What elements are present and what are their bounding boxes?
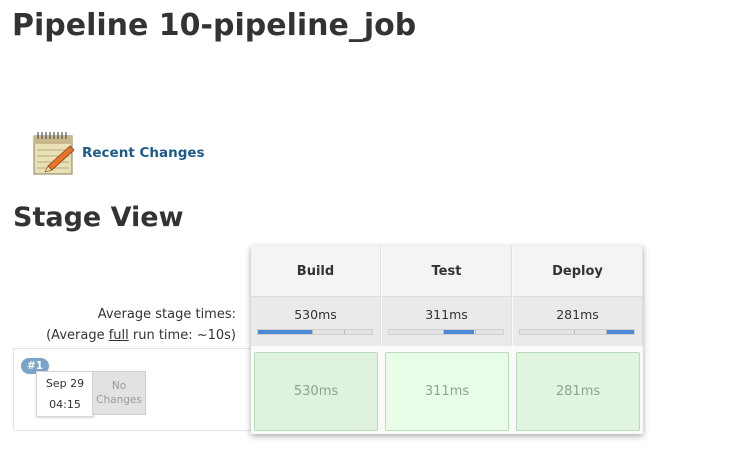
full-runtime-link[interactable]: full xyxy=(109,328,129,343)
stage-average-time: 281ms xyxy=(556,307,599,322)
run-row[interactable]: #1 Sep 29 04:15 No Changes xyxy=(13,348,251,431)
stage-progress-tick xyxy=(343,330,345,334)
stage-column-build: Build 530ms 530ms xyxy=(251,246,381,434)
full-runtime-prefix: (Average xyxy=(46,328,109,343)
stage-progress-fill xyxy=(442,330,475,334)
notepad-icon xyxy=(33,132,75,175)
stage-progress-tick xyxy=(442,330,444,334)
full-runtime-suffix: run time: ~10s) xyxy=(128,328,236,343)
stage-progress-tick xyxy=(311,330,313,334)
run-date: Sep 29 04:15 xyxy=(36,371,94,417)
stage-progress-tick xyxy=(474,330,476,334)
stage-view-title: Stage View xyxy=(13,202,184,233)
page-title: Pipeline 10-pipeline_job xyxy=(12,8,417,43)
stage-cell-build[interactable]: 530ms xyxy=(254,352,378,431)
stage-progress-tick xyxy=(573,330,575,334)
stage-average-test: 311ms xyxy=(382,296,512,346)
stage-header-build[interactable]: Build xyxy=(251,246,381,296)
average-times-label: Average stage times: (Average full run t… xyxy=(46,304,236,346)
stage-header-deploy[interactable]: Deploy xyxy=(513,246,643,296)
stage-column-test: Test 311ms 311ms xyxy=(382,246,512,434)
stage-average-build: 530ms xyxy=(251,296,381,346)
run-date-time: 04:15 xyxy=(49,398,81,411)
run-date-day: Sep 29 xyxy=(45,377,85,390)
stage-progress-bar xyxy=(388,329,504,335)
stage-progress-fill xyxy=(605,330,634,334)
stage-column-deploy: Deploy 281ms 281ms xyxy=(513,246,643,434)
stage-average-time: 530ms xyxy=(294,307,337,322)
stage-average-deploy: 281ms xyxy=(513,296,643,346)
stage-progress-tick xyxy=(605,330,607,334)
stage-progress-fill xyxy=(258,330,312,334)
stage-progress-bar xyxy=(519,329,635,335)
stage-average-time: 311ms xyxy=(425,307,468,322)
stage-progress-bar xyxy=(257,329,373,335)
no-changes-box: No Changes xyxy=(92,371,146,415)
stage-header-test[interactable]: Test xyxy=(382,246,512,296)
recent-changes-link[interactable]: Recent Changes xyxy=(82,145,205,161)
recent-changes[interactable]: Recent Changes xyxy=(32,130,205,176)
average-stage-times-text: Average stage times: xyxy=(97,307,236,322)
average-full-runtime-text: (Average full run time: ~10s) xyxy=(46,325,236,346)
stage-cell-test[interactable]: 311ms xyxy=(385,352,509,431)
stage-view-grid: Build 530ms 530ms Test 311ms 311ms Deplo… xyxy=(251,246,643,434)
stage-cell-deploy[interactable]: 281ms xyxy=(516,352,640,431)
